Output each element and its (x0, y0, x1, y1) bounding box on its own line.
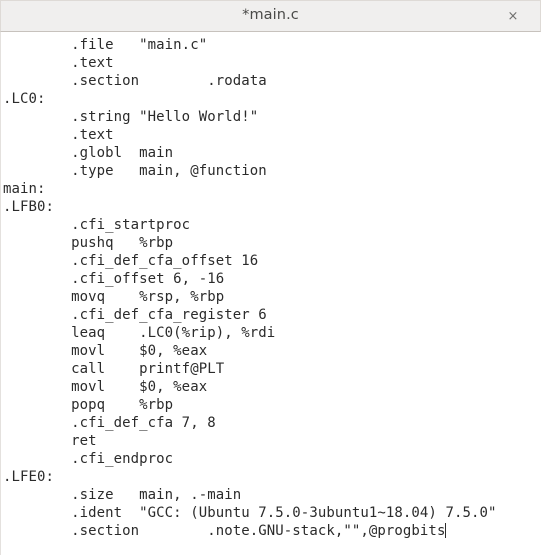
code-line[interactable]: leaq .LC0(%rip), %rdi (3, 324, 540, 342)
code-line[interactable]: .section .note.GNU-stack,"",@progbits (3, 522, 540, 540)
code-line[interactable]: .cfi_offset 6, -16 (3, 270, 540, 288)
code-line[interactable]: pushq %rbp (3, 234, 540, 252)
code-line[interactable]: .cfi_startproc (3, 216, 540, 234)
text-caret (445, 523, 447, 538)
code-line[interactable]: .LFE0: (3, 468, 540, 486)
code-line[interactable]: .text (3, 54, 540, 72)
code-line[interactable]: call printf@PLT (3, 360, 540, 378)
code-line[interactable]: popq %rbp (3, 396, 540, 414)
code-line[interactable]: ret (3, 432, 540, 450)
code-line[interactable]: movl $0, %eax (3, 378, 540, 396)
code-line[interactable]: .cfi_def_cfa_register 6 (3, 306, 540, 324)
code-editor-pane[interactable]: .file "main.c" .text .section .rodata .LC… (0, 32, 541, 555)
code-line[interactable]: .text (3, 126, 540, 144)
code-line[interactable]: .globl main (3, 144, 540, 162)
code-line[interactable]: .string "Hello World!" (3, 108, 540, 126)
window-title: *main.c (242, 7, 299, 24)
code-line[interactable]: .section .rodata (3, 72, 540, 90)
window-titlebar[interactable]: *main.c × (0, 0, 541, 32)
close-icon[interactable]: × (504, 7, 522, 25)
editor-window: *main.c × .file "main.c" .text .section … (0, 0, 541, 555)
code-line[interactable]: .cfi_endproc (3, 450, 540, 468)
code-line[interactable]: .LC0: (3, 90, 540, 108)
code-line[interactable]: main: (3, 180, 540, 198)
code-line[interactable]: .file "main.c" (3, 36, 540, 54)
code-line[interactable]: .ident "GCC: (Ubuntu 7.5.0-3ubuntu1~18.0… (3, 504, 540, 522)
code-line[interactable]: .type main, @function (3, 162, 540, 180)
code-line-list: .file "main.c" .text .section .rodata .LC… (1, 36, 540, 540)
code-line[interactable]: .cfi_def_cfa_offset 16 (3, 252, 540, 270)
code-line[interactable]: movq %rsp, %rbp (3, 288, 540, 306)
code-line[interactable]: movl $0, %eax (3, 342, 540, 360)
code-line[interactable]: .size main, .-main (3, 486, 540, 504)
code-line[interactable]: .LFB0: (3, 198, 540, 216)
code-line[interactable]: .cfi_def_cfa 7, 8 (3, 414, 540, 432)
